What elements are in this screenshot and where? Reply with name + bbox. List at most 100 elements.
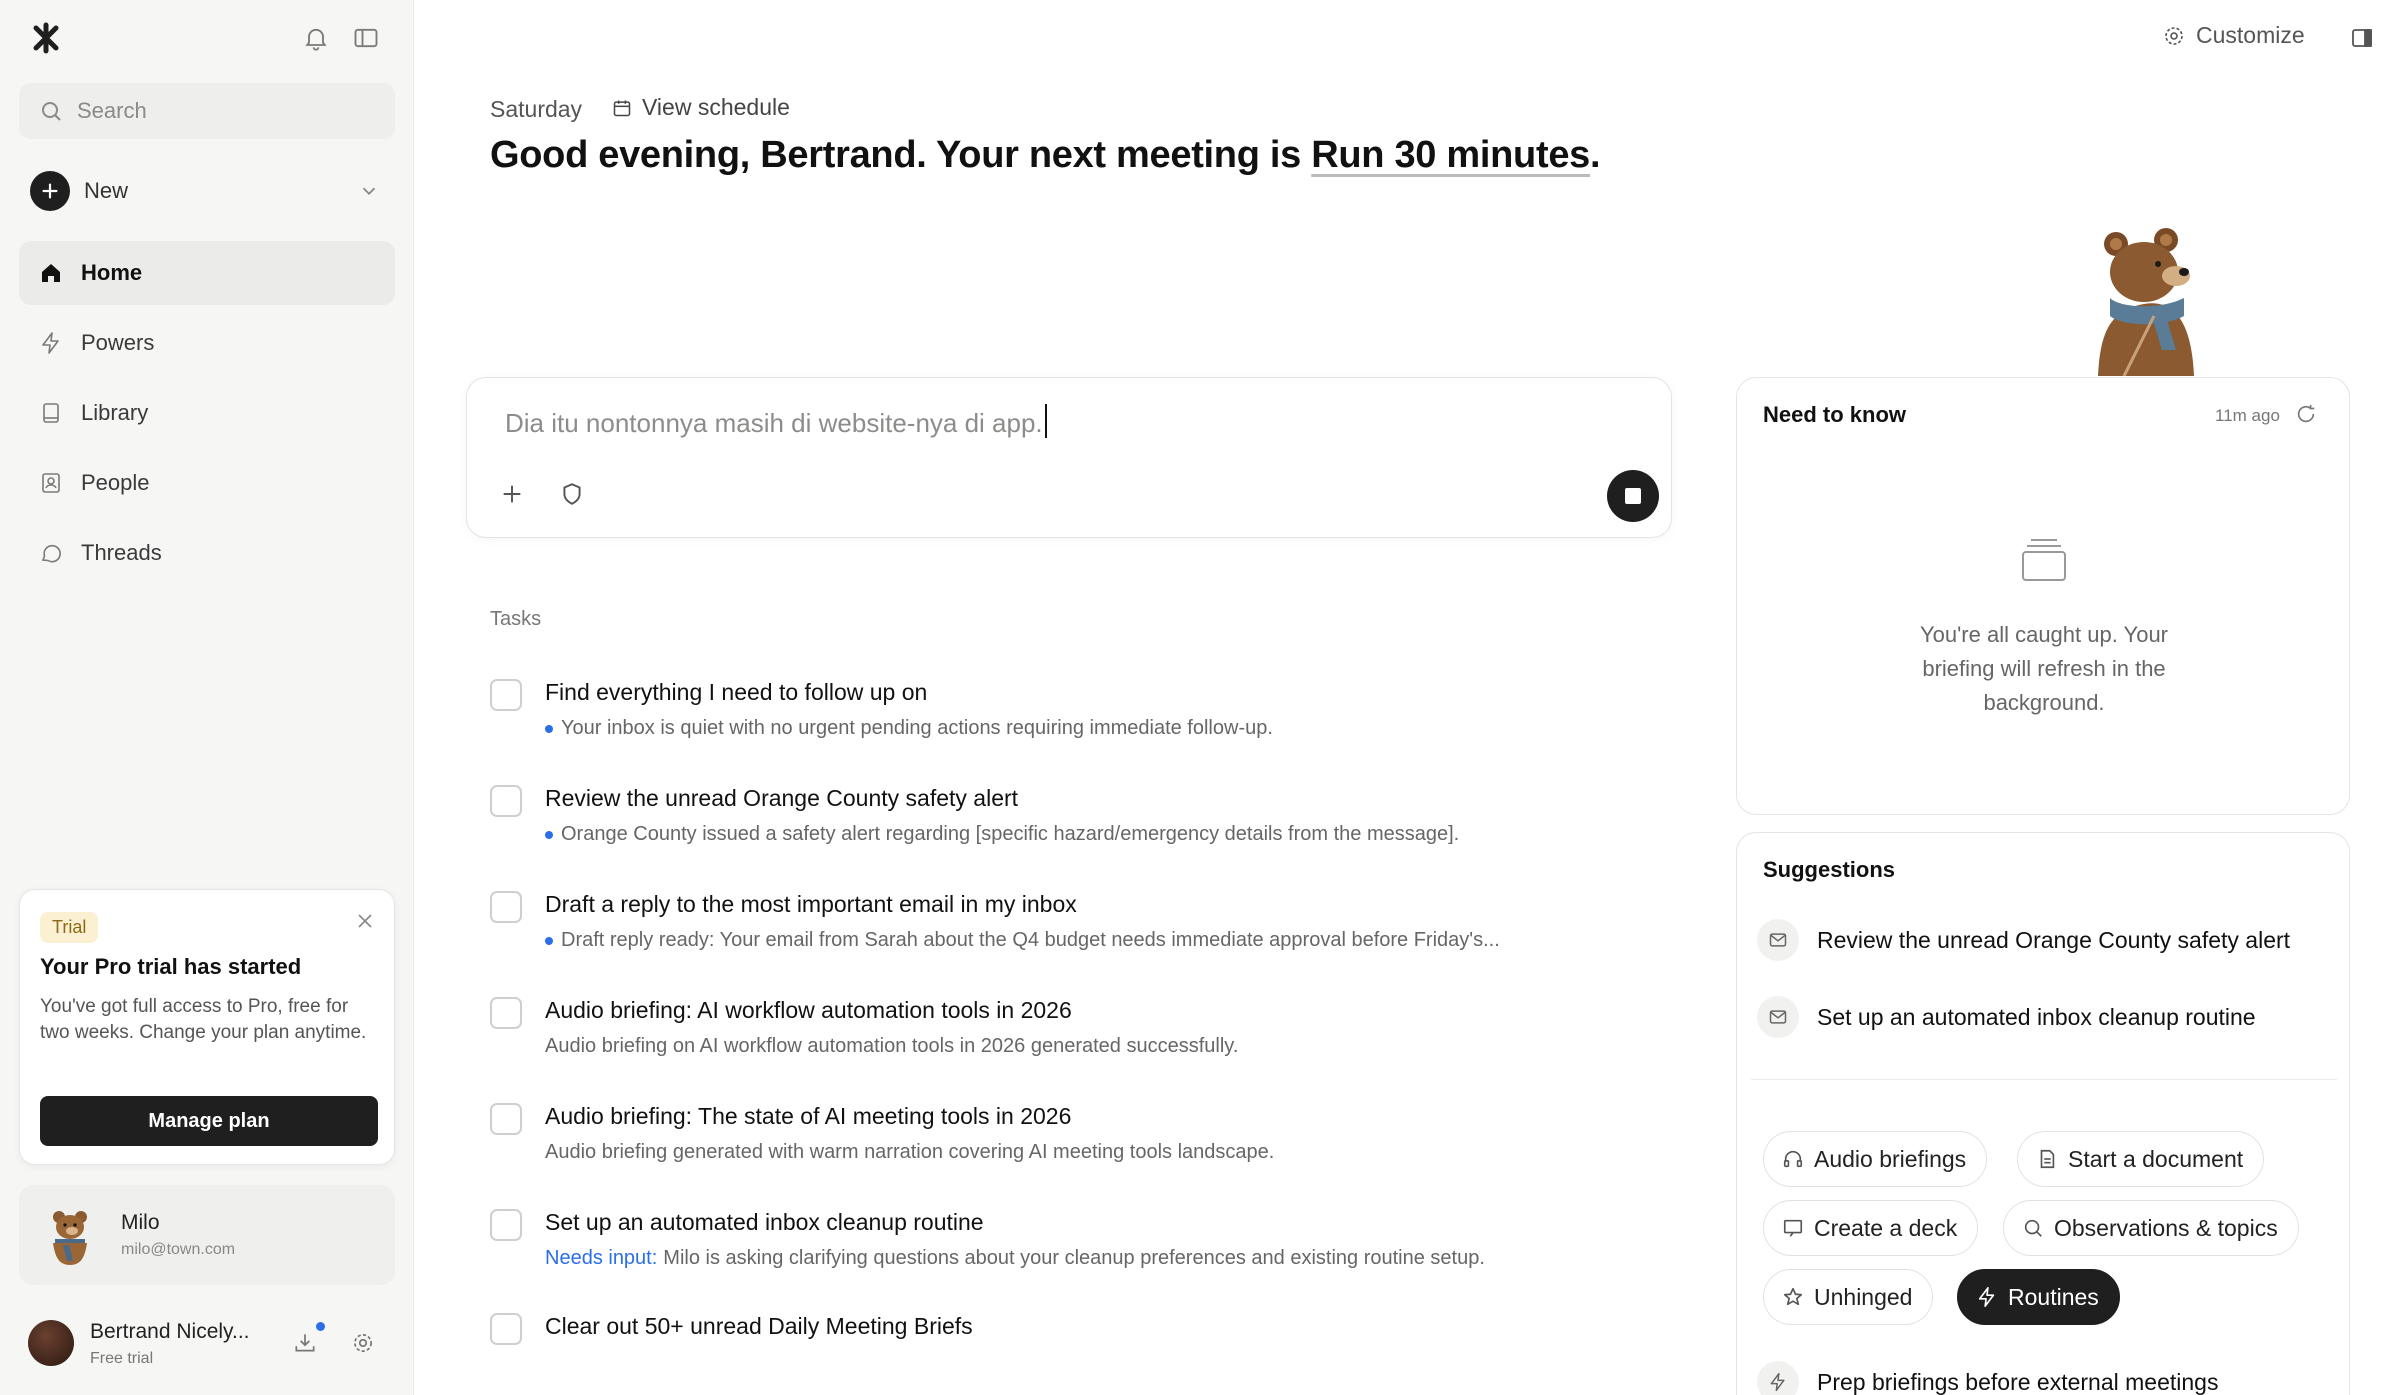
- trial-text: You've got full access to Pro, free for …: [40, 996, 367, 1043]
- suggestion-item[interactable]: Prep briefings before external meetings: [1757, 1361, 2218, 1395]
- sidebar-item-people[interactable]: People: [19, 451, 395, 515]
- stop-button[interactable]: [1607, 470, 1659, 522]
- suggestion-label: Prep briefings before external meetings: [1817, 1368, 2219, 1395]
- bolt-icon: [1757, 1361, 1799, 1395]
- task-title[interactable]: Draft a reply to the most important emai…: [545, 891, 1077, 918]
- contact-icon: [39, 471, 63, 495]
- suggestion-label: Review the unread Orange County safety a…: [1817, 926, 2291, 953]
- mail-icon: [1757, 919, 1799, 961]
- task-checkbox[interactable]: [490, 891, 522, 923]
- new-button[interactable]: New: [30, 170, 380, 212]
- sidebar-item-library[interactable]: Library: [19, 381, 395, 445]
- search-placeholder: Search: [77, 98, 147, 123]
- task-checkbox[interactable]: [490, 785, 522, 817]
- download-icon[interactable]: [292, 1330, 318, 1356]
- notification-dot: [316, 1322, 325, 1331]
- customize-label: Customize: [2196, 22, 2305, 48]
- view-schedule-label: View schedule: [642, 94, 790, 120]
- chip-unhinged[interactable]: Unhinged: [1763, 1269, 1934, 1325]
- sidebar-toggle-icon[interactable]: [352, 24, 380, 52]
- needs-input-badge: Needs input:: [545, 1247, 658, 1269]
- task-summary: Audio briefing on AI workflow automation…: [545, 1035, 1238, 1058]
- task-summary: Needs input: Milo is asking clarifying qu…: [545, 1247, 1485, 1270]
- chip-create-deck[interactable]: Create a deck: [1763, 1200, 1979, 1256]
- sidebar-item-threads[interactable]: Threads: [19, 521, 395, 585]
- task-title[interactable]: Review the unread Orange County safety a…: [545, 785, 1018, 812]
- day-label: Saturday: [490, 96, 583, 122]
- refresh-icon[interactable]: [2295, 403, 2317, 425]
- chip-label: Routines: [2008, 1283, 2099, 1310]
- task-summary-text: Milo is asking clarifying questions abou…: [663, 1247, 1485, 1269]
- sidebar-item-powers[interactable]: Powers: [19, 311, 395, 375]
- caught-up-message: You're all caught up. Your briefing will…: [1919, 622, 2169, 715]
- need-to-know-title: Need to know: [1763, 402, 1907, 427]
- chevron-down-icon[interactable]: [358, 180, 380, 202]
- manage-plan-button[interactable]: Manage plan: [40, 1096, 378, 1146]
- chip-label: Observations & topics: [2054, 1214, 2278, 1241]
- task-title[interactable]: Audio briefing: The state of AI meeting …: [545, 1103, 1071, 1130]
- assistant-card[interactable]: Milo milo@town.com: [19, 1185, 395, 1285]
- greeting-suffix: .: [1590, 134, 1601, 176]
- search-icon: [2022, 1217, 2044, 1239]
- suggestion-item[interactable]: Set up an automated inbox cleanup routin…: [1757, 996, 2256, 1038]
- task-title[interactable]: Set up an automated inbox cleanup routin…: [545, 1209, 984, 1236]
- task-title[interactable]: Audio briefing: AI workflow automation t…: [545, 997, 1072, 1024]
- bear-mascot-icon: [2084, 226, 2218, 376]
- sidebar-item-label: Threads: [81, 540, 162, 565]
- add-attachment-icon[interactable]: [499, 481, 525, 507]
- chip-audio-briefings[interactable]: Audio briefings: [1763, 1131, 1988, 1187]
- star-icon: [1782, 1286, 1804, 1308]
- composer-text: Dia itu nontonnya masih di website-nya d…: [505, 408, 1043, 438]
- customize-button[interactable]: Customize: [2162, 22, 2305, 49]
- assistant-name: Milo: [121, 1211, 160, 1234]
- chip-routines[interactable]: Routines: [1957, 1269, 2120, 1325]
- close-icon[interactable]: [354, 910, 376, 932]
- suggestions-title: Suggestions: [1763, 857, 1896, 882]
- search-input[interactable]: Search: [19, 83, 395, 139]
- view-schedule-link[interactable]: View schedule: [612, 94, 790, 121]
- chip-label: Unhinged: [1814, 1283, 1913, 1310]
- suggestion-item[interactable]: Review the unread Orange County safety a…: [1757, 919, 2290, 961]
- trial-card: Trial Your Pro trial has started You've …: [19, 889, 395, 1165]
- text-caret: [1044, 404, 1047, 438]
- chip-label: Create a deck: [1814, 1214, 1958, 1241]
- sidebar-item-home[interactable]: Home: [19, 241, 395, 305]
- app-logo-icon[interactable]: [30, 22, 62, 54]
- composer-input[interactable]: Dia itu nontonnya masih di website-nya d…: [505, 404, 1047, 439]
- sidebar-item-label: Library: [81, 400, 149, 425]
- home-icon: [39, 261, 63, 285]
- stop-icon: [1625, 488, 1641, 504]
- task-title[interactable]: Clear out 50+ unread Daily Meeting Brief…: [545, 1313, 973, 1340]
- task-checkbox[interactable]: [490, 679, 522, 711]
- chat-bubble-icon: [39, 541, 63, 565]
- greeting-text: Good evening, Bertrand. Your next meetin…: [490, 134, 1312, 176]
- next-meeting-link[interactable]: Run 30 minutes: [1311, 134, 1590, 176]
- task-checkbox[interactable]: [490, 1209, 522, 1241]
- avatar[interactable]: [28, 1320, 74, 1366]
- bolt-icon: [1976, 1286, 1998, 1308]
- last-updated: 11m ago: [2215, 406, 2280, 425]
- bolt-icon: [39, 331, 63, 355]
- status-dot: [545, 830, 553, 839]
- chat-composer[interactable]: Dia itu nontonnya masih di website-nya d…: [466, 377, 1672, 538]
- suggestions-card: Suggestions Review the unread Orange Cou…: [1736, 832, 2350, 1395]
- page-title: Good evening, Bertrand. Your next meetin…: [490, 134, 1601, 177]
- task-summary: Draft reply ready: Your email from Sarah…: [545, 929, 1500, 952]
- task-checkbox[interactable]: [490, 1313, 522, 1345]
- chip-label: Start a document: [2068, 1145, 2244, 1172]
- task-checkbox[interactable]: [490, 1103, 522, 1135]
- settings-gear-icon[interactable]: [350, 1330, 376, 1356]
- chip-start-document[interactable]: Start a document: [2017, 1131, 2265, 1187]
- sidebar-item-label: Powers: [81, 330, 155, 355]
- bell-icon[interactable]: [302, 24, 330, 52]
- task-checkbox[interactable]: [490, 997, 522, 1029]
- chip-observations-topics[interactable]: Observations & topics: [2003, 1200, 2299, 1256]
- plus-icon: [30, 171, 70, 211]
- task-summary-text: Audio briefing on AI workflow automation…: [545, 1035, 1239, 1057]
- shield-icon[interactable]: [559, 481, 585, 507]
- right-panel-toggle-icon[interactable]: [2350, 26, 2374, 50]
- trial-title: Your Pro trial has started: [40, 954, 302, 979]
- user-profile[interactable]: Bertrand Nicely... Free trial: [28, 1318, 398, 1368]
- task-summary-text: Your inbox is quiet with no urgent pendi…: [561, 717, 1273, 739]
- task-title[interactable]: Find everything I need to follow up on: [545, 679, 927, 706]
